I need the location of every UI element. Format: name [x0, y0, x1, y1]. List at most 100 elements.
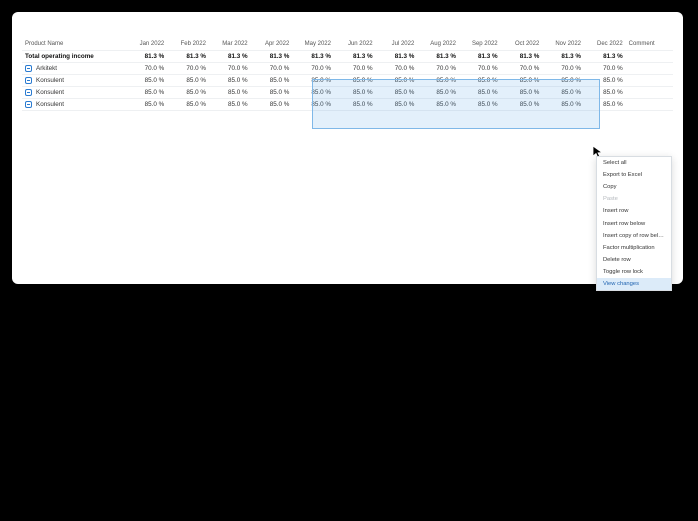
total-comment[interactable] — [626, 50, 673, 62]
data-cell[interactable]: 85.0 % — [251, 86, 293, 98]
data-cell[interactable]: 70.0 % — [251, 62, 293, 74]
col-jun[interactable]: Jun 2022 — [334, 38, 376, 50]
data-cell[interactable]: 85.0 % — [459, 86, 501, 98]
menu-toggle-lock[interactable]: Toggle row lock — [597, 266, 671, 278]
total-cell[interactable]: 81.3 % — [542, 50, 584, 62]
menu-insert-row-below[interactable]: Insert row below — [597, 218, 671, 230]
data-cell[interactable]: 85.0 % — [501, 86, 543, 98]
data-cell[interactable]: 85.0 % — [251, 99, 293, 111]
data-cell[interactable]: 85.0 % — [167, 99, 209, 111]
col-dec[interactable]: Dec 2022 — [584, 38, 626, 50]
data-cell[interactable]: 85.0 % — [292, 99, 334, 111]
menu-select-all[interactable]: Select all — [597, 157, 671, 169]
col-oct[interactable]: Oct 2022 — [501, 38, 543, 50]
comment-cell[interactable] — [626, 86, 673, 98]
data-cell[interactable]: 85.0 % — [584, 74, 626, 86]
col-jul[interactable]: Jul 2022 — [376, 38, 418, 50]
data-cell[interactable]: 70.0 % — [376, 62, 418, 74]
data-cell[interactable]: 85.0 % — [417, 86, 459, 98]
total-cell[interactable]: 81.3 % — [209, 50, 251, 62]
table-row[interactable]: Konsulent 85.0 % 85.0 % 85.0 % 85.0 % 85… — [22, 86, 673, 98]
data-cell[interactable]: 85.0 % — [292, 86, 334, 98]
col-nov[interactable]: Nov 2022 — [542, 38, 584, 50]
total-cell[interactable]: 81.3 % — [501, 50, 543, 62]
total-cell[interactable]: 81.3 % — [584, 50, 626, 62]
data-cell[interactable]: 85.0 % — [126, 74, 168, 86]
data-cell[interactable]: 85.0 % — [501, 99, 543, 111]
total-cell[interactable]: 81.3 % — [459, 50, 501, 62]
data-table[interactable]: Product Name Jan 2022 Feb 2022 Mar 2022 … — [22, 38, 673, 111]
data-cell[interactable]: 85.0 % — [417, 99, 459, 111]
comment-cell[interactable] — [626, 62, 673, 74]
data-cell[interactable]: 85.0 % — [584, 99, 626, 111]
total-cell[interactable]: 81.3 % — [417, 50, 459, 62]
data-cell[interactable]: 85.0 % — [334, 99, 376, 111]
data-cell[interactable]: 70.0 % — [167, 62, 209, 74]
col-feb[interactable]: Feb 2022 — [167, 38, 209, 50]
data-cell[interactable]: 85.0 % — [376, 74, 418, 86]
total-cell[interactable]: 81.3 % — [167, 50, 209, 62]
data-cell[interactable]: 85.0 % — [334, 86, 376, 98]
row-name-cell[interactable]: Konsulent — [22, 99, 126, 111]
data-cell[interactable]: 70.0 % — [334, 62, 376, 74]
menu-view-changes[interactable]: View changes — [597, 278, 671, 290]
data-cell[interactable]: 85.0 % — [542, 86, 584, 98]
data-cell[interactable]: 85.0 % — [417, 74, 459, 86]
data-cell[interactable]: 85.0 % — [542, 99, 584, 111]
data-cell[interactable]: 85.0 % — [209, 74, 251, 86]
menu-insert-row[interactable]: Insert row — [597, 205, 671, 217]
data-cell[interactable]: 85.0 % — [167, 74, 209, 86]
table-row[interactable]: Arkitekt 70.0 % 70.0 % 70.0 % 70.0 % 70.… — [22, 62, 673, 74]
comment-cell[interactable] — [626, 74, 673, 86]
col-sep[interactable]: Sep 2022 — [459, 38, 501, 50]
data-cell[interactable]: 85.0 % — [209, 86, 251, 98]
data-cell[interactable]: 85.0 % — [542, 74, 584, 86]
comment-cell[interactable] — [626, 99, 673, 111]
col-apr[interactable]: Apr 2022 — [251, 38, 293, 50]
row-name-cell[interactable]: Konsulent — [22, 74, 126, 86]
data-cell[interactable]: 85.0 % — [126, 86, 168, 98]
col-mar[interactable]: Mar 2022 — [209, 38, 251, 50]
data-cell[interactable]: 85.0 % — [376, 86, 418, 98]
data-cell[interactable]: 85.0 % — [126, 99, 168, 111]
data-cell[interactable]: 85.0 % — [459, 74, 501, 86]
data-cell[interactable]: 85.0 % — [501, 74, 543, 86]
data-cell[interactable]: 85.0 % — [334, 74, 376, 86]
data-cell[interactable]: 70.0 % — [584, 62, 626, 74]
col-product-name[interactable]: Product Name — [22, 38, 126, 50]
data-cell[interactable]: 70.0 % — [126, 62, 168, 74]
data-cell[interactable]: 85.0 % — [167, 86, 209, 98]
data-cell[interactable]: 85.0 % — [459, 99, 501, 111]
menu-factor-mult[interactable]: Factor multiplication — [597, 242, 671, 254]
col-may[interactable]: May 2022 — [292, 38, 334, 50]
total-row[interactable]: Total operating income 81.3 % 81.3 % 81.… — [22, 50, 673, 62]
data-cell[interactable]: 85.0 % — [251, 74, 293, 86]
context-menu[interactable]: Select all Export to Excel Copy Paste In… — [596, 156, 672, 291]
data-cell[interactable]: 85.0 % — [584, 86, 626, 98]
data-cell[interactable]: 85.0 % — [292, 74, 334, 86]
col-jan[interactable]: Jan 2022 — [126, 38, 168, 50]
menu-insert-copy-below[interactable]: Insert copy of row below — [597, 230, 671, 242]
menu-copy[interactable]: Copy — [597, 181, 671, 193]
table-row[interactable]: Konsulent 85.0 % 85.0 % 85.0 % 85.0 % 85… — [22, 74, 673, 86]
data-cell[interactable]: 70.0 % — [209, 62, 251, 74]
table-row[interactable]: Konsulent 85.0 % 85.0 % 85.0 % 85.0 % 85… — [22, 99, 673, 111]
menu-delete-row[interactable]: Delete row — [597, 254, 671, 266]
total-cell[interactable]: 81.3 % — [251, 50, 293, 62]
data-cell[interactable]: 70.0 % — [459, 62, 501, 74]
col-aug[interactable]: Aug 2022 — [417, 38, 459, 50]
data-cell[interactable]: 70.0 % — [417, 62, 459, 74]
data-cell[interactable]: 70.0 % — [542, 62, 584, 74]
data-cell[interactable]: 70.0 % — [292, 62, 334, 74]
data-cell[interactable]: 85.0 % — [376, 99, 418, 111]
total-cell[interactable]: 81.3 % — [334, 50, 376, 62]
total-cell[interactable]: 81.3 % — [376, 50, 418, 62]
data-cell[interactable]: 85.0 % — [209, 99, 251, 111]
col-comment[interactable]: Comment — [626, 38, 673, 50]
total-cell[interactable]: 81.3 % — [292, 50, 334, 62]
row-name-cell[interactable]: Konsulent — [22, 86, 126, 98]
data-cell[interactable]: 70.0 % — [501, 62, 543, 74]
menu-export-excel[interactable]: Export to Excel — [597, 169, 671, 181]
row-name-cell[interactable]: Arkitekt — [22, 62, 126, 74]
total-cell[interactable]: 81.3 % — [126, 50, 168, 62]
